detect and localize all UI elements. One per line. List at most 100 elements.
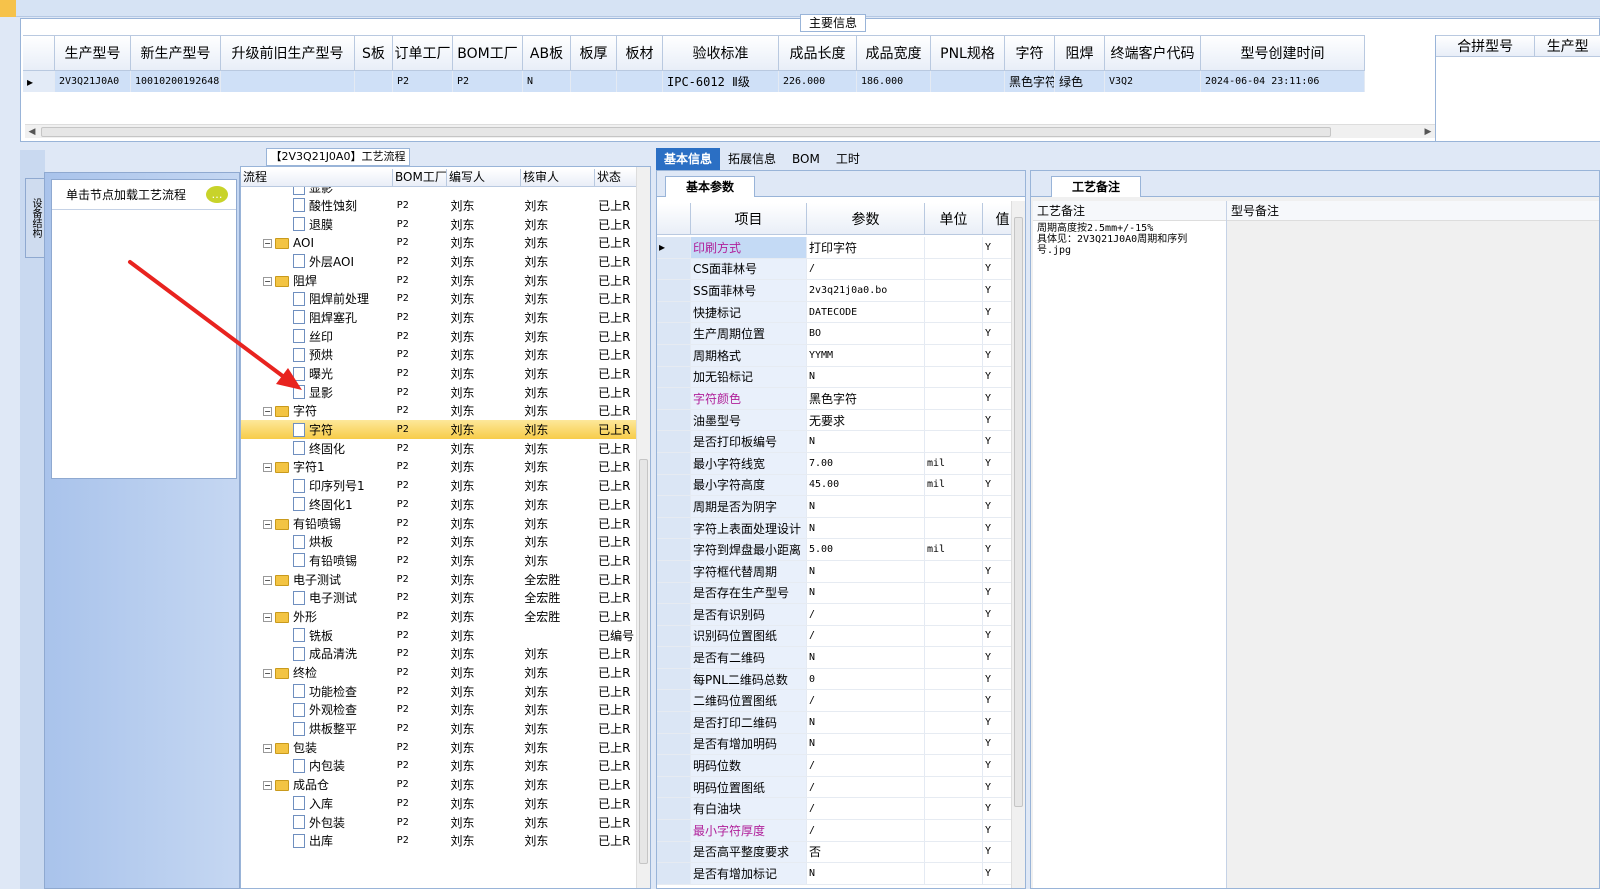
flow-tree-node[interactable]: 外包装 P2 刘东 刘东 已上R	[241, 813, 636, 832]
flow-tree-node[interactable]: 终固化1 P2 刘东 刘东 已上R	[241, 495, 636, 514]
param-value[interactable]: /	[807, 820, 925, 841]
param-row[interactable]: 有白油块 / Y	[657, 798, 1023, 821]
model-remark-box[interactable]: 型号备注	[1227, 201, 1599, 888]
collapse-toggle-icon[interactable]: −	[263, 781, 272, 791]
main-col-header[interactable]: 升级前旧生产型号	[221, 35, 355, 71]
collapse-toggle-icon[interactable]: −	[263, 463, 272, 473]
tab-basic-params[interactable]: 基本参数	[665, 176, 755, 197]
flow-col-header[interactable]: 状态	[595, 169, 637, 187]
param-row[interactable]: 字符框代替周期 N Y	[657, 560, 1023, 583]
param-row[interactable]: CS面菲林号 / Y	[657, 258, 1023, 281]
param-value[interactable]: 2v3q21j0a0.bo	[807, 280, 925, 301]
param-row[interactable]: 快捷标记 DATECODE Y	[657, 301, 1023, 324]
flow-tree-node[interactable]: 预烘 P2 刘东 刘东 已上R	[241, 346, 636, 365]
main-grid-cell[interactable]: 2024-06-04 23:11:06	[1201, 71, 1365, 92]
param-value[interactable]: 7.00	[807, 452, 925, 474]
main-col-header[interactable]: PNL规格	[931, 35, 1005, 71]
params-vscroll[interactable]	[1011, 201, 1025, 888]
param-row[interactable]: ▸ 印刷方式 打印字符 Y	[657, 237, 1023, 259]
param-value[interactable]: N	[807, 712, 925, 733]
collapse-toggle-icon[interactable]: −	[263, 519, 272, 529]
collapse-toggle-icon[interactable]: −	[263, 276, 272, 286]
param-value[interactable]: /	[807, 776, 925, 798]
param-value[interactable]: /	[807, 625, 925, 647]
param-value[interactable]: BO	[807, 323, 925, 344]
main-col-header[interactable]: 阻焊	[1055, 35, 1105, 71]
flow-tree-node[interactable]: 显影	[241, 187, 636, 196]
merge-col-header[interactable]: 合拼型号	[1436, 35, 1536, 57]
main-grid-cell[interactable]: 2V3Q21J0A0	[55, 71, 131, 92]
node-box[interactable]: 单击节点加载工艺流程 …	[51, 179, 237, 479]
flow-tree-node[interactable]: 丝印 P2 刘东 刘东 已上R	[241, 327, 636, 346]
param-row[interactable]: 生产周期位置 BO Y	[657, 323, 1023, 345]
craft-remark-text[interactable]: 周期高度按2.5mm+/-15% 具体见：2V3Q21J0A0周期和序列号.jp…	[1033, 221, 1209, 258]
param-row[interactable]: 最小字符厚度 / Y	[657, 820, 1023, 842]
param-value[interactable]: N	[807, 647, 925, 668]
flow-tree-node[interactable]: 外观检查 P2 刘东 刘东 已上R	[241, 701, 636, 720]
main-grid-cell[interactable]: 186.000	[857, 71, 931, 92]
param-value[interactable]: N	[807, 431, 925, 452]
main-col-header[interactable]: 验收标准	[663, 35, 779, 71]
param-row[interactable]: 是否高平整度要求否 Y	[657, 841, 1023, 864]
param-row[interactable]: 周期是否为阴字 N Y	[657, 496, 1023, 518]
merge-col-header[interactable]: 生产型	[1535, 35, 1600, 57]
craft-remark-box[interactable]: 工艺备注 周期高度按2.5mm+/-15% 具体见：2V3Q21J0A0周期和序…	[1033, 201, 1227, 888]
main-col-header[interactable]: 板厚	[571, 35, 617, 71]
tab-detail-2[interactable]: BOM	[784, 148, 828, 170]
scroll-right-icon[interactable]: ▶	[1421, 125, 1435, 139]
main-col-header[interactable]: BOM工厂	[453, 35, 523, 71]
flow-tree-node[interactable]: 功能检查 P2 刘东 刘东 已上R	[241, 682, 636, 701]
flow-tree-node[interactable]: 烘板 P2 刘东 刘东 已上R	[241, 532, 636, 551]
flow-tree-node[interactable]: 有铅喷锡 P2 刘东 刘东 已上R	[241, 551, 636, 570]
param-value[interactable]: /	[807, 258, 925, 280]
param-value[interactable]: N	[807, 517, 925, 539]
main-grid-cell[interactable]: V3Q2	[1105, 71, 1201, 92]
param-value[interactable]: 无要求	[807, 409, 925, 431]
param-row[interactable]: 二维码位置图纸 / Y	[657, 690, 1023, 713]
param-value[interactable]: N	[807, 366, 925, 388]
param-value[interactable]: N	[807, 582, 925, 604]
flow-tree-node[interactable]: 酸性蚀刻 P2 刘东 刘东 已上R	[241, 196, 636, 215]
main-grid-row[interactable]: ▸ 2V3Q21J0A0 10010200192648 P2 P2 N IPC-6012 Ⅱ…	[23, 71, 1365, 92]
collapse-toggle-icon[interactable]: −	[263, 612, 272, 622]
flow-tree-node[interactable]: − 电子测试 P2 刘东 全宏胜 已上R	[241, 570, 636, 589]
collapse-toggle-icon[interactable]: −	[263, 238, 272, 248]
param-col-header[interactable]: 单位	[925, 203, 983, 235]
main-grid-cell[interactable]	[355, 71, 393, 92]
flow-col-header[interactable]: BOM工厂	[393, 169, 447, 187]
param-row[interactable]: 是否打印板编号 N Y	[657, 431, 1023, 453]
main-grid-cell[interactable]	[571, 71, 617, 92]
param-row[interactable]: 是否存在生产型号 N Y	[657, 582, 1023, 605]
param-value[interactable]: N	[807, 496, 925, 517]
collapse-toggle-icon[interactable]: −	[263, 407, 272, 417]
param-row[interactable]: 识别码位置图纸 / Y	[657, 625, 1023, 648]
flow-tree-node[interactable]: − 有铅喷锡 P2 刘东 刘东 已上R	[241, 514, 636, 533]
main-grid-hscroll[interactable]: ◀ ▶	[25, 124, 1435, 138]
main-col-header[interactable]: 新生产型号	[131, 35, 221, 71]
params-scroll-thumb[interactable]	[1014, 217, 1023, 807]
param-row[interactable]: SS面菲林号 2v3q21j0a0.bo Y	[657, 280, 1023, 302]
param-value[interactable]: 45.00	[807, 474, 925, 496]
flow-tree-node[interactable]: 阻焊前处理 P2 刘东 刘东 已上R	[241, 289, 636, 308]
scroll-thumb[interactable]	[41, 127, 1331, 137]
flow-tree-node[interactable]: 退膜 P2 刘东 刘东 已上R	[241, 215, 636, 234]
param-row[interactable]: 是否有增加标记 N Y	[657, 863, 1023, 885]
param-row[interactable]: 油墨型号 无要求 Y	[657, 409, 1023, 432]
main-grid-cell[interactable]: 黑色字符	[1005, 71, 1055, 92]
flow-col-header[interactable]: 编写人	[447, 169, 521, 187]
collapse-toggle-icon[interactable]: −	[263, 743, 272, 753]
flow-tree-node[interactable]: 显影 P2 刘东 刘东 已上R	[241, 383, 636, 402]
collapse-toggle-icon[interactable]: −	[263, 575, 272, 585]
param-value[interactable]: 打印字符	[807, 237, 925, 258]
param-row[interactable]: 是否有二维码 N Y	[657, 647, 1023, 669]
main-col-header[interactable]: 板材	[617, 35, 663, 71]
main-grid-cell[interactable]: 226.000	[779, 71, 857, 92]
param-value[interactable]: N	[807, 560, 925, 582]
param-row[interactable]: 每PNL二维码总数 0 Y	[657, 668, 1023, 691]
flow-tree-node[interactable]: − 终检 P2 刘东 刘东 已上R	[241, 663, 636, 682]
flow-tree-node[interactable]: − 字符 P2 刘东 刘东 已上R	[241, 402, 636, 421]
flow-tree-node[interactable]: 铣板 P2 刘东 已编号	[241, 626, 636, 645]
flow-tree-node[interactable]: − 字符1 P2 刘东 刘东 已上R	[241, 458, 636, 477]
param-value[interactable]: 黑色字符	[807, 388, 925, 409]
param-value[interactable]: 否	[807, 841, 925, 863]
